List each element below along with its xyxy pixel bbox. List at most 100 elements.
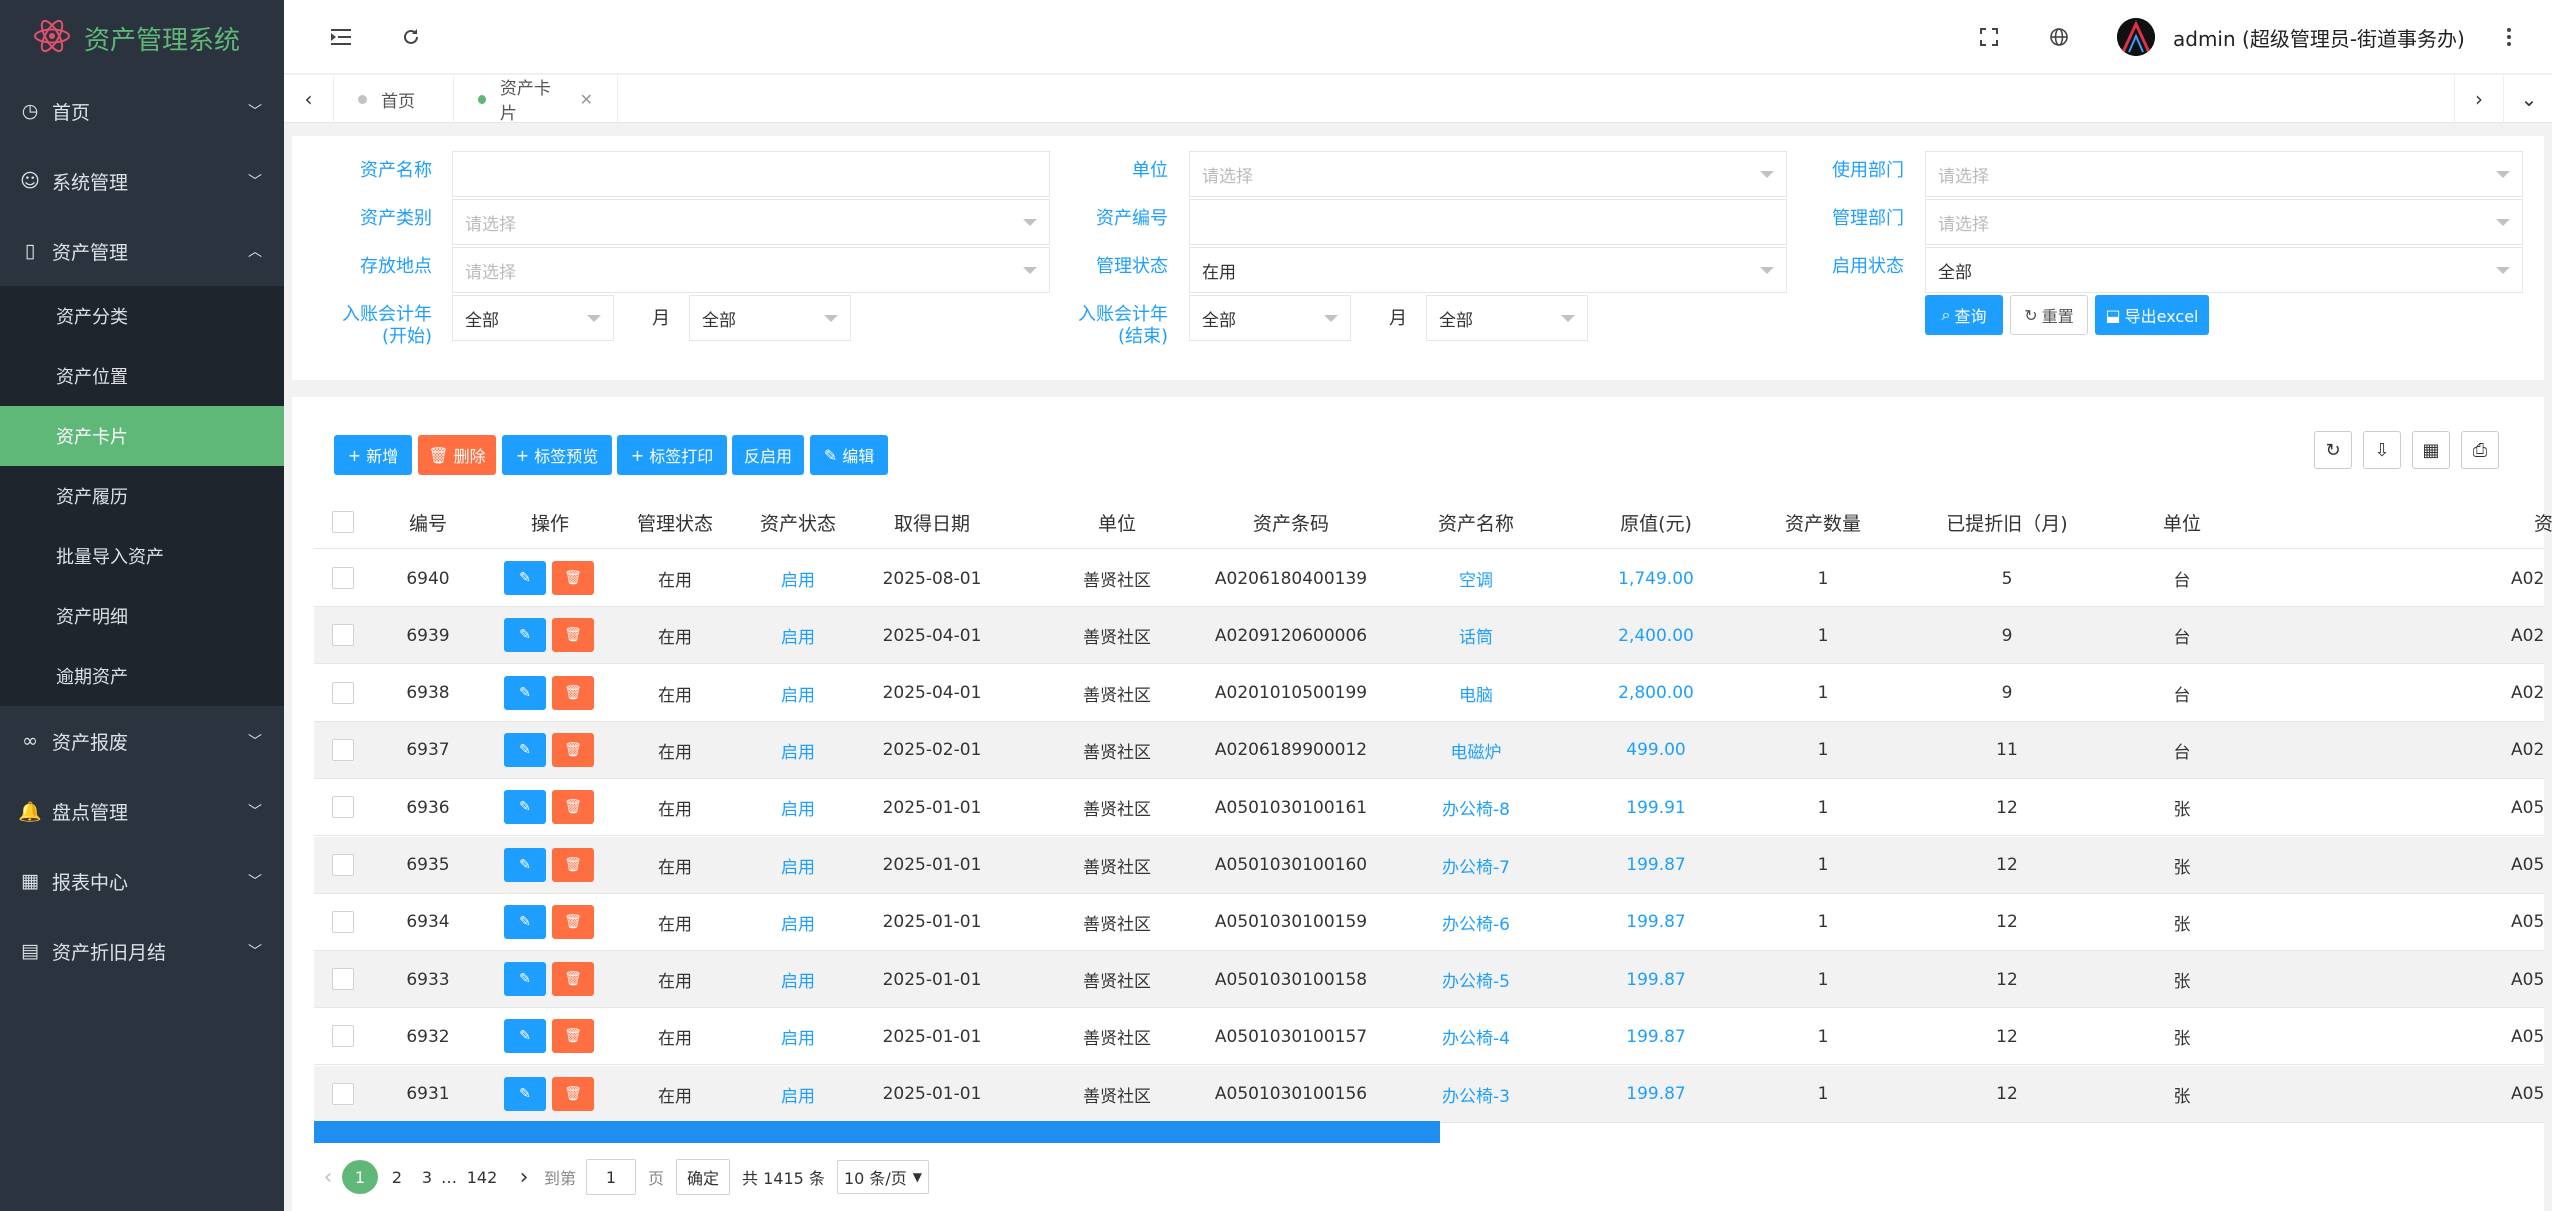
row-delete-button[interactable]: 🗑 — [552, 847, 594, 882]
row-edit-button[interactable]: ✎ — [504, 732, 546, 767]
asset-category-select[interactable]: 请选择 — [452, 199, 1050, 245]
unit-select[interactable]: 请选择 — [1189, 151, 1787, 197]
horizontal-scrollbar[interactable] — [314, 1121, 1440, 1143]
row-checkbox[interactable] — [332, 968, 354, 991]
start-month-select[interactable]: 全部 — [689, 295, 851, 341]
table-row[interactable]: 6940 ✎ 🗑 在用 启用 2025-08-01 善贤社区 A0206180400139 空调… — [314, 550, 2544, 607]
enable-status-select[interactable]: 全部 — [1925, 247, 2523, 293]
row-edit-button[interactable]: ✎ — [504, 561, 546, 595]
table-export-icon[interactable]: ⇩ — [2363, 431, 2401, 469]
cell-status[interactable]: 启用 — [738, 951, 858, 1008]
select-all-checkbox[interactable] — [332, 511, 354, 533]
column-header[interactable]: 已提折旧（月) — [1912, 495, 2102, 549]
table-row[interactable]: 6937 ✎ 🗑 在用 启用 2025-02-01 善贤社区 A0206189900012 电磁… — [314, 721, 2544, 779]
cell-name[interactable]: 电脑 — [1396, 665, 1556, 722]
row-edit-button[interactable]: ✎ — [504, 962, 546, 997]
cell-value[interactable]: 499.00 — [1586, 722, 1726, 779]
table-refresh-icon[interactable]: ↻ — [2314, 431, 2352, 469]
row-delete-button[interactable]: 🗑 — [552, 561, 594, 595]
sidebar-subitem[interactable]: 资产卡片 — [0, 406, 284, 466]
sidebar-subitem[interactable]: 资产履历 — [0, 466, 284, 526]
use-dept-select[interactable]: 请选择 — [1925, 151, 2523, 197]
table-row[interactable]: 6933 ✎ 🗑 在用 启用 2025-01-01 善贤社区 A0501030100158 办公… — [314, 951, 2544, 1009]
page-link-last[interactable]: 142 — [460, 1168, 504, 1187]
cell-value[interactable]: 1,749.00 — [1586, 550, 1726, 607]
row-edit-button[interactable]: ✎ — [504, 847, 546, 882]
page-size-select[interactable]: 10 条/页 ▼ — [836, 1160, 930, 1194]
sidebar-subitem[interactable]: 资产位置 — [0, 346, 284, 406]
cell-status[interactable]: 启用 — [738, 550, 858, 607]
column-header[interactable]: 操作 — [490, 495, 610, 549]
cell-name[interactable]: 办公椅-4 — [1396, 1008, 1556, 1065]
edit-button[interactable]: ✎ 编辑 — [810, 435, 888, 475]
sidebar-item-5[interactable]: ▦ 报表中心 ﹀ — [0, 846, 284, 916]
manage-status-select[interactable]: 在用 — [1189, 247, 1787, 293]
cell-status[interactable]: 启用 — [738, 607, 858, 664]
cell-name[interactable]: 电磁炉 — [1396, 722, 1556, 779]
sidebar-subitem[interactable]: 批量导入资产 — [0, 526, 284, 586]
start-year-select[interactable]: 全部 — [452, 295, 614, 341]
row-edit-button[interactable]: ✎ — [504, 1019, 546, 1054]
cell-status[interactable]: 启用 — [738, 837, 858, 894]
query-button[interactable]: ⌕ 查询 — [1925, 295, 2003, 335]
asset-name-input[interactable] — [452, 151, 1050, 197]
row-edit-button[interactable]: ✎ — [504, 675, 546, 710]
goto-page-input[interactable]: 1 — [586, 1159, 637, 1195]
fullscreen-icon[interactable] — [1976, 24, 2002, 50]
app-logo[interactable]: 资产管理系统 — [0, 0, 284, 76]
row-delete-button[interactable]: 🗑 — [552, 732, 594, 767]
cell-name[interactable]: 空调 — [1396, 550, 1556, 607]
row-checkbox[interactable] — [332, 1082, 354, 1105]
row-edit-button[interactable]: ✎ — [504, 790, 546, 825]
end-month-select[interactable]: 全部 — [1426, 295, 1588, 341]
refresh-icon[interactable] — [398, 24, 424, 50]
add-button[interactable]: + 新增 — [334, 435, 412, 475]
cell-name[interactable]: 办公椅-7 — [1396, 837, 1556, 894]
sidebar-subitem[interactable]: 资产分类 — [0, 286, 284, 346]
cell-status[interactable]: 启用 — [738, 1008, 858, 1065]
row-delete-button[interactable]: 🗑 — [552, 962, 594, 997]
user-menu[interactable]: admin (超级管理员-街道事务办) — [2117, 18, 2465, 56]
row-checkbox[interactable] — [332, 796, 354, 819]
cell-value[interactable]: 199.91 — [1586, 779, 1726, 836]
column-header[interactable]: 资产条码 — [1211, 495, 1371, 549]
cell-name[interactable]: 办公椅-6 — [1396, 894, 1556, 951]
reset-button[interactable]: ↻ 重置 — [2010, 295, 2088, 335]
table-print-icon[interactable]: ⎙ — [2461, 431, 2499, 469]
column-header[interactable]: 单位 — [2122, 495, 2242, 549]
table-row[interactable]: 6932 ✎ 🗑 在用 启用 2025-01-01 善贤社区 A0501030100157 办公… — [314, 1008, 2544, 1066]
tab-asset-card[interactable]: 资产卡片 ✕ — [454, 75, 618, 124]
sidebar-item-2[interactable]: ▯ 资产管理 ︿ — [0, 216, 284, 286]
table-row[interactable]: 6934 ✎ 🗑 在用 启用 2025-01-01 善贤社区 A0501030100159 办公… — [314, 894, 2544, 951]
row-checkbox[interactable] — [332, 738, 354, 761]
row-checkbox[interactable] — [332, 910, 354, 933]
label-print-button[interactable]: + 标签打印 — [617, 435, 727, 475]
cell-value[interactable]: 2,400.00 — [1586, 607, 1726, 664]
cell-status[interactable]: 启用 — [738, 665, 858, 722]
cell-value[interactable]: 199.87 — [1586, 1066, 1726, 1123]
column-header[interactable]: 原值(元) — [1586, 495, 1726, 549]
page-link[interactable]: 3 — [416, 1168, 438, 1187]
cell-status[interactable]: 启用 — [738, 779, 858, 836]
location-select[interactable]: 请选择 — [452, 247, 1050, 293]
reverse-enable-button[interactable]: 反启用 — [732, 435, 804, 475]
column-header[interactable]: 资产状态 — [738, 495, 858, 549]
goto-confirm-button[interactable]: 确定 — [676, 1159, 731, 1195]
table-row[interactable]: 6938 ✎ 🗑 在用 启用 2025-04-01 善贤社区 A0201010500199 电脑… — [314, 665, 2544, 722]
row-edit-button[interactable]: ✎ — [504, 618, 546, 653]
cell-value[interactable]: 199.87 — [1586, 951, 1726, 1008]
page-current[interactable]: 1 — [342, 1160, 378, 1194]
sidebar-item-1[interactable]: ☺ 系统管理 ﹀ — [0, 146, 284, 216]
column-header[interactable]: 单位 — [1037, 495, 1197, 549]
next-page-icon[interactable]: › — [504, 1165, 544, 1190]
cell-status[interactable]: 启用 — [738, 1066, 858, 1123]
column-header[interactable]: 资 — [2534, 495, 2552, 549]
manage-dept-select[interactable]: 请选择 — [1925, 199, 2523, 245]
row-delete-button[interactable]: 🗑 — [552, 904, 594, 939]
sidebar-subitem[interactable]: 逾期资产 — [0, 646, 284, 706]
cell-status[interactable]: 启用 — [738, 722, 858, 779]
table-row[interactable]: 6939 ✎ 🗑 在用 启用 2025-04-01 善贤社区 A0209120600006 话筒… — [314, 607, 2544, 665]
tab-home[interactable]: 首页 — [334, 75, 454, 123]
column-header[interactable]: 资产名称 — [1396, 495, 1556, 549]
asset-code-input[interactable] — [1189, 199, 1787, 245]
